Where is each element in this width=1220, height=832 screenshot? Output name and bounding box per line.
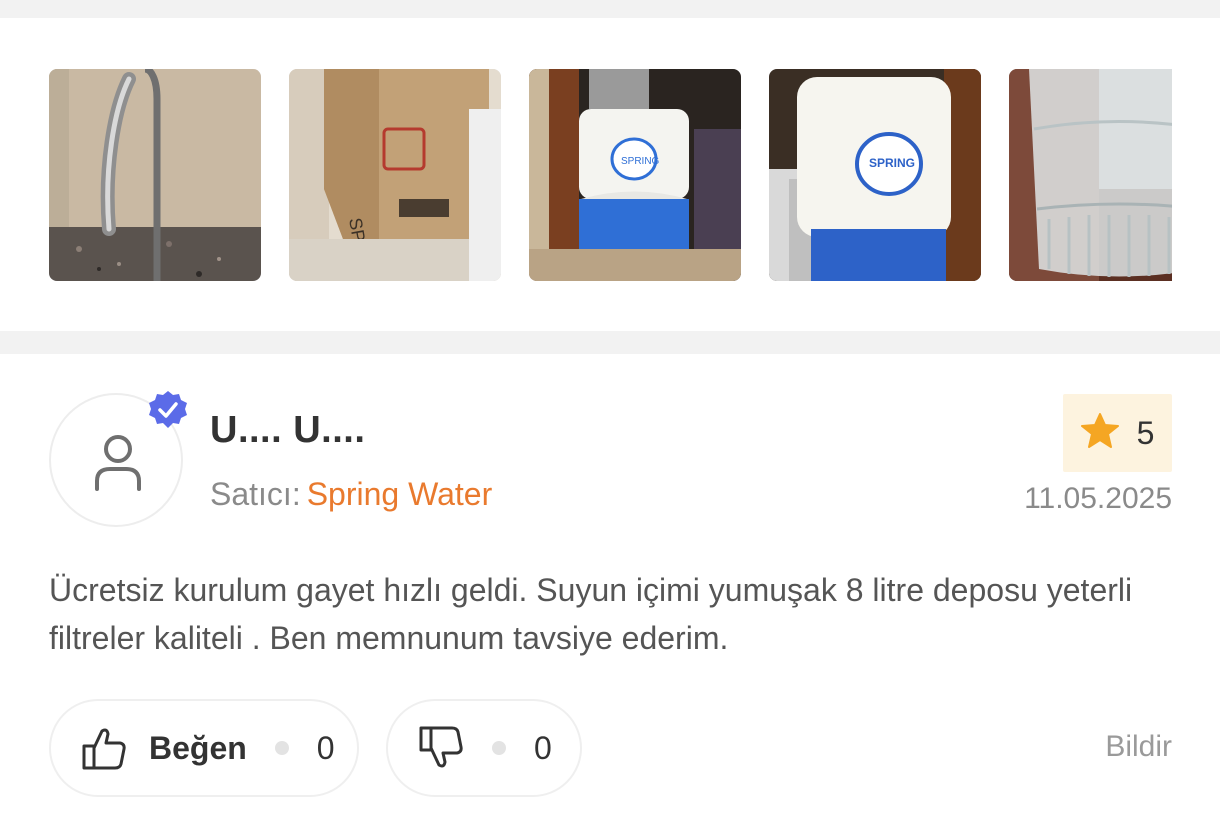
seller-label: Satıcı:	[210, 476, 301, 512]
reviewer-name: U.... U....	[210, 409, 366, 451]
review-photo-3[interactable]: SPRING	[529, 69, 741, 281]
photo-strip[interactable]: SPRING SPRING	[49, 69, 1172, 281]
thumbs-down-icon	[418, 726, 464, 770]
svg-text:SPRING: SPRING	[869, 156, 915, 170]
like-count: 0	[316, 729, 335, 766]
review-text: Ücretsiz kurulum gayet hızlı geldi. Suyu…	[49, 572, 1133, 656]
seller-info: Satıcı: Spring Water	[210, 476, 492, 513]
like-label: Beğen	[149, 729, 247, 766]
rating-value: 5	[1136, 414, 1155, 451]
top-divider	[0, 0, 1220, 18]
like-button[interactable]: Beğen 0	[49, 699, 359, 797]
rating-badge: 5	[1063, 394, 1172, 472]
review-photo-gallery: SPRING SPRING	[0, 18, 1220, 331]
svg-text:SPRING: SPRING	[621, 156, 660, 167]
separator-dot	[274, 741, 289, 755]
thumbs-up-icon	[81, 726, 127, 770]
verified-badge-icon	[148, 390, 188, 430]
review-date: 11.05.2025	[1024, 482, 1172, 515]
report-link[interactable]: Bildir	[1105, 730, 1172, 764]
review-photo-2[interactable]: SPRING	[289, 69, 501, 281]
dislike-count: 0	[534, 729, 552, 766]
review-photo-5[interactable]	[1009, 69, 1172, 281]
review-photo-1[interactable]	[49, 69, 261, 281]
separator-dot	[492, 741, 506, 755]
star-icon	[1080, 412, 1119, 454]
dislike-button[interactable]: 0	[386, 699, 582, 797]
person-icon	[93, 433, 143, 496]
review-photo-4[interactable]: SPRING	[769, 69, 981, 281]
seller-link[interactable]: Spring Water	[307, 476, 493, 512]
review-card: U.... U.... Satıcı: Spring Water 5 11.05.…	[0, 354, 1220, 832]
section-divider	[0, 331, 1220, 354]
